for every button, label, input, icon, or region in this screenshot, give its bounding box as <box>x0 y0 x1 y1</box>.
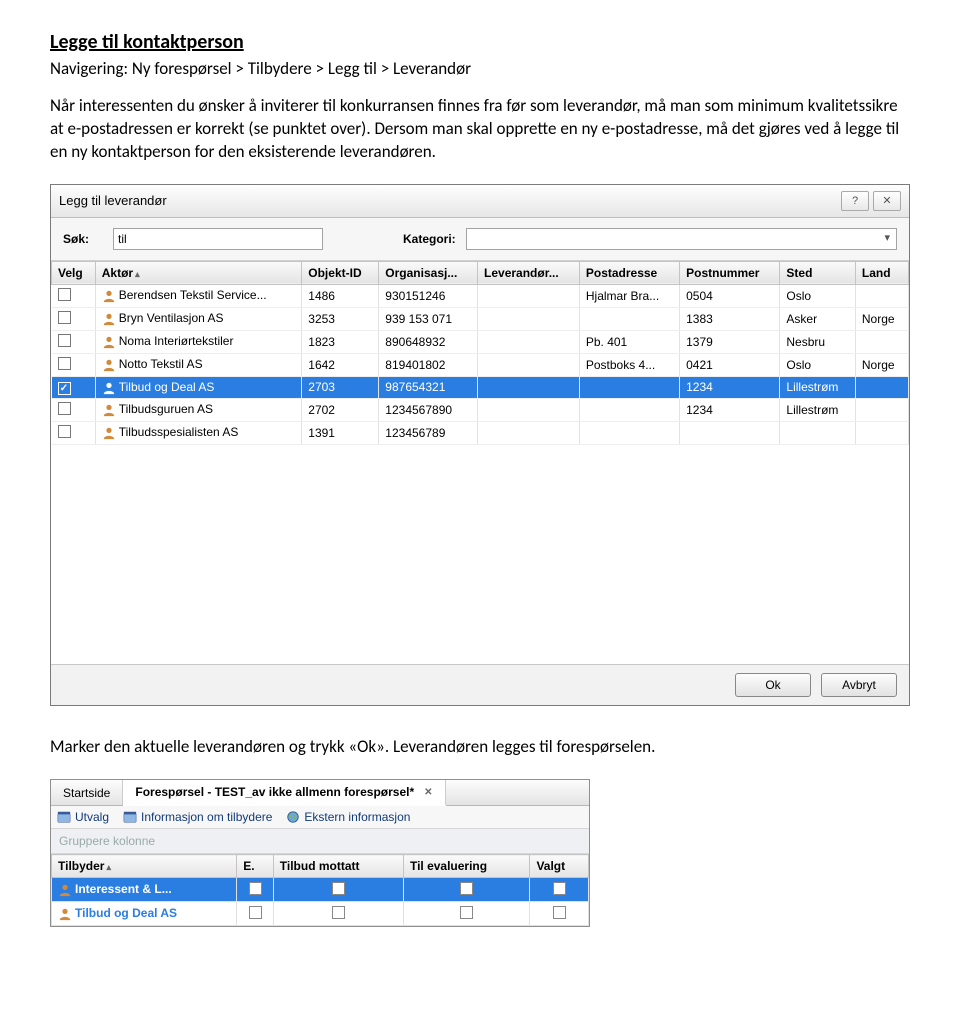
column-header[interactable]: Postnummer <box>680 261 780 284</box>
aktor-cell: Bryn Ventilasjon AS <box>119 311 224 325</box>
checkbox[interactable] <box>332 882 345 895</box>
aktor-cell: Tilbud og Deal AS <box>119 380 215 394</box>
checkbox[interactable] <box>553 882 566 895</box>
select-checkbox[interactable] <box>58 425 71 438</box>
select-checkbox[interactable] <box>58 382 71 395</box>
add-supplier-dialog: Legg til leverandør ? ✕ Søk: Kategori: V… <box>50 184 910 707</box>
column-header[interactable]: Aktør <box>95 261 302 284</box>
toolbar-item[interactable]: Utvalg <box>57 810 109 824</box>
column-header[interactable]: Leverandør... <box>478 261 580 284</box>
toolbar-item[interactable]: Ekstern informasjon <box>286 810 410 824</box>
breadcrumb: Navigering: Ny forespørsel > Tilbydere >… <box>50 58 910 79</box>
person-icon <box>102 358 116 372</box>
sub-strip: Utvalg Informasjon om tilbydere Ekstern in… <box>51 806 589 829</box>
table-row[interactable]: Notto Tekstil AS1642819401802Postboks 4.… <box>52 353 909 376</box>
person-icon <box>58 883 72 897</box>
column-header[interactable]: Tilbyder <box>52 855 237 878</box>
module-icon <box>57 810 71 824</box>
table-row[interactable]: Tilbudsguruen AS270212345678901234Lilles… <box>52 398 909 421</box>
table-row[interactable]: Tilbud og Deal AS <box>52 902 589 926</box>
cancel-button[interactable]: Avbryt <box>821 673 897 697</box>
category-select[interactable] <box>466 228 897 250</box>
person-icon <box>58 907 72 921</box>
close-button[interactable]: ✕ <box>873 191 901 211</box>
aktor-cell: Berendsen Tekstil Service... <box>119 288 267 302</box>
module-icon <box>123 810 137 824</box>
column-header[interactable]: Objekt-ID <box>302 261 379 284</box>
category-label: Kategori: <box>403 232 456 246</box>
dialog-titlebar: Legg til leverandør ? ✕ <box>51 185 909 218</box>
body-paragraph: Når interessenten du ønsker å inviterer … <box>50 95 910 164</box>
select-checkbox[interactable] <box>58 288 71 301</box>
person-icon <box>102 403 116 417</box>
column-header[interactable]: Velg <box>52 261 96 284</box>
checkbox[interactable] <box>553 906 566 919</box>
column-header[interactable]: Valgt <box>530 855 589 878</box>
table-row[interactable]: Bryn Ventilasjon AS3253939 153 0711383As… <box>52 307 909 330</box>
column-header[interactable]: Til evaluering <box>403 855 530 878</box>
table-row[interactable]: Tilbudsspesialisten AS1391123456789 <box>52 421 909 444</box>
aktor-cell: Notto Tekstil AS <box>119 357 203 371</box>
tab[interactable]: Startside <box>51 780 123 805</box>
tab-strip: StartsideForespørsel - TEST_av ikke allm… <box>51 780 589 806</box>
between-paragraph: Marker den aktuelle leverandøren og tryk… <box>50 736 910 757</box>
checkbox[interactable] <box>332 906 345 919</box>
table-row[interactable]: Tilbud og Deal AS27039876543211234Lilles… <box>52 376 909 398</box>
person-icon <box>102 381 116 395</box>
supplier-grid: VelgAktørObjekt-IDOrganisasj...Leverandø… <box>51 261 909 665</box>
bidder-grid: TilbyderE.Tilbud mottattTil evalueringVa… <box>51 854 589 926</box>
globe-icon <box>286 810 300 824</box>
ok-button[interactable]: Ok <box>735 673 811 697</box>
aktor-cell: Noma Interiørtekstiler <box>119 334 234 348</box>
checkbox[interactable] <box>460 882 473 895</box>
table-row[interactable]: Noma Interiørtekstiler1823890648932Pb. 4… <box>52 330 909 353</box>
aktor-cell: Tilbudsguruen AS <box>119 402 213 416</box>
aktor-cell: Tilbudsspesialisten AS <box>119 425 239 439</box>
help-button[interactable]: ? <box>841 191 869 211</box>
page-heading: Legge til kontaktperson <box>50 30 910 54</box>
search-input[interactable] <box>113 228 323 250</box>
person-icon <box>102 289 116 303</box>
select-checkbox[interactable] <box>58 402 71 415</box>
search-label: Søk: <box>63 232 103 246</box>
checkbox[interactable] <box>249 882 262 895</box>
person-icon <box>102 312 116 326</box>
column-header[interactable]: Tilbud mottatt <box>273 855 403 878</box>
table-row[interactable]: Berendsen Tekstil Service...148693015124… <box>52 284 909 307</box>
select-checkbox[interactable] <box>58 334 71 347</box>
checkbox[interactable] <box>249 906 262 919</box>
request-panel: StartsideForespørsel - TEST_av ikke allm… <box>50 779 590 927</box>
tab[interactable]: Forespørsel - TEST_av ikke allmenn fores… <box>123 780 445 806</box>
column-header[interactable]: E. <box>237 855 273 878</box>
column-header[interactable]: Land <box>855 261 908 284</box>
dialog-footer: Ok Avbryt <box>51 664 909 705</box>
search-row: Søk: Kategori: <box>51 218 909 261</box>
column-header[interactable]: Sted <box>780 261 855 284</box>
column-header[interactable]: Postadresse <box>579 261 679 284</box>
person-icon <box>102 335 116 349</box>
select-checkbox[interactable] <box>58 311 71 324</box>
dialog-title: Legg til leverandør <box>59 193 167 208</box>
checkbox[interactable] <box>460 906 473 919</box>
person-icon <box>102 426 116 440</box>
table-row[interactable]: Interessent & L... <box>52 878 589 902</box>
close-icon[interactable]: ✕ <box>424 787 432 798</box>
select-checkbox[interactable] <box>58 357 71 370</box>
group-placeholder[interactable]: Gruppere kolonne <box>51 829 589 854</box>
toolbar-item[interactable]: Informasjon om tilbydere <box>123 810 272 824</box>
column-header[interactable]: Organisasj... <box>379 261 478 284</box>
